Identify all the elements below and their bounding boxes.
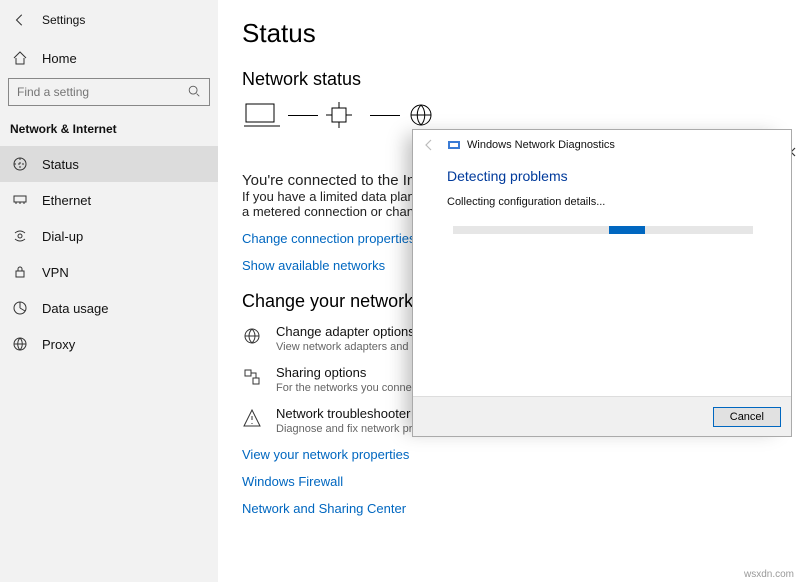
datausage-icon <box>10 300 30 316</box>
home-nav[interactable]: Home <box>0 40 218 76</box>
sidebar-item-dialup[interactable]: Dial-up <box>0 218 218 254</box>
home-icon <box>10 50 30 66</box>
section-network-status: Network status <box>242 69 800 90</box>
sidebar-item-datausage[interactable]: Data usage <box>0 290 218 326</box>
diagnostics-dialog: Windows Network Diagnostics Detecting pr… <box>412 129 792 437</box>
progress-bar <box>453 226 753 234</box>
link-firewall[interactable]: Windows Firewall <box>242 474 800 489</box>
home-label: Home <box>42 51 77 66</box>
vpn-icon <box>10 264 30 280</box>
sidebar-item-label: Data usage <box>42 301 109 316</box>
search-box[interactable] <box>8 78 210 106</box>
watermark: wsxdn.com <box>744 569 794 580</box>
proxy-icon <box>10 336 30 352</box>
ethernet-icon <box>10 192 30 208</box>
adapter-icon <box>242 326 264 348</box>
sidebar-item-label: Ethernet <box>42 193 91 208</box>
sidebar-item-status[interactable]: Status <box>0 146 218 182</box>
router-icon <box>324 100 364 130</box>
sidebar-item-vpn[interactable]: VPN <box>0 254 218 290</box>
diagnostics-icon <box>447 138 461 152</box>
pc-icon <box>242 100 282 130</box>
sidebar-section-label: Network & Internet <box>0 116 218 146</box>
link-sharing-center[interactable]: Network and Sharing Center <box>242 501 800 516</box>
back-button[interactable] <box>10 10 30 30</box>
search-input[interactable] <box>15 84 187 100</box>
sidebar-item-label: Proxy <box>42 337 75 352</box>
sidebar-item-proxy[interactable]: Proxy <box>0 326 218 362</box>
sidebar-item-ethernet[interactable]: Ethernet <box>0 182 218 218</box>
sidebar-item-label: Status <box>42 157 79 172</box>
globe-icon <box>406 100 446 130</box>
settings-title: Settings <box>42 13 85 27</box>
sharing-icon <box>242 367 264 389</box>
dialup-icon <box>10 228 30 244</box>
sidebar-item-label: Dial-up <box>42 229 83 244</box>
dialog-back-button[interactable] <box>423 139 439 151</box>
search-icon <box>187 84 203 100</box>
dialog-title: Windows Network Diagnostics <box>467 139 615 151</box>
dialog-heading: Detecting problems <box>447 168 769 184</box>
status-icon <box>10 156 30 172</box>
page-title: Status <box>242 18 800 49</box>
sidebar-item-label: VPN <box>42 265 69 280</box>
settings-window: Settings Home Network & Internet Status <box>0 0 800 582</box>
dialog-status: Collecting configuration details... <box>447 196 769 208</box>
cancel-button[interactable]: Cancel <box>713 407 781 427</box>
network-diagram <box>242 100 800 130</box>
settings-sidebar: Settings Home Network & Internet Status <box>0 0 218 582</box>
link-view-properties[interactable]: View your network properties <box>242 447 800 462</box>
troubleshoot-icon <box>242 408 264 430</box>
